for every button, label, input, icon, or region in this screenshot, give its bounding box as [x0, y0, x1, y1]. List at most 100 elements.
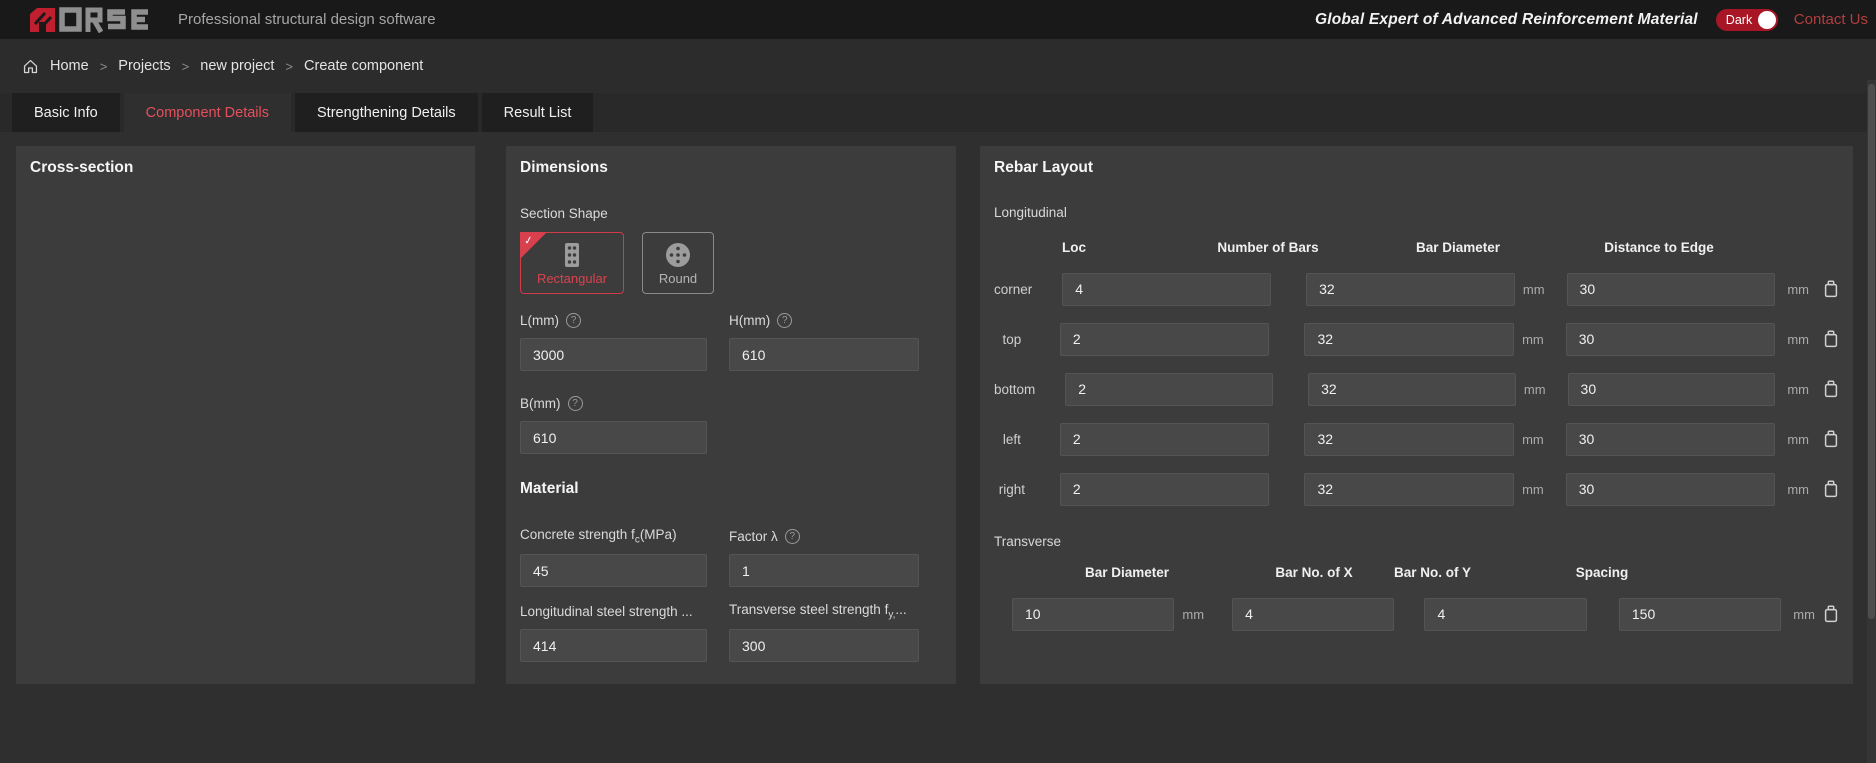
- distance-input[interactable]: [1566, 423, 1776, 456]
- col-bar-no-y: Bar No. of Y: [1388, 565, 1477, 580]
- cross-section-title: Cross-section: [30, 159, 461, 177]
- breadcrumb-item-home[interactable]: Home: [50, 58, 89, 74]
- bars-input[interactable]: [1062, 273, 1271, 306]
- col-bar-no-x: Bar No. of X: [1270, 565, 1358, 580]
- help-icon[interactable]: [785, 529, 800, 544]
- distance-input[interactable]: [1567, 273, 1776, 306]
- field-factor-lambda: Factor λ: [729, 528, 919, 587]
- transverse-section-label: Transverse: [994, 534, 1839, 549]
- help-icon[interactable]: [568, 396, 583, 411]
- delete-row-button[interactable]: [1823, 603, 1839, 625]
- material-title: Material: [520, 480, 942, 498]
- row-loc-label: top: [994, 332, 1030, 347]
- top-header: Professional structural design software …: [0, 0, 1876, 39]
- brand-slogan: Global Expert of Advanced Reinforcement …: [1315, 11, 1698, 29]
- field-B-input[interactable]: [520, 421, 707, 454]
- vertical-scrollbar[interactable]: [1867, 80, 1876, 763]
- main-content: Cross-section Dimensions Section Shape R…: [0, 132, 1876, 684]
- unit-label: mm: [1787, 482, 1809, 497]
- field-L-label: L(mm): [520, 313, 559, 328]
- bar-no-x-input[interactable]: [1232, 598, 1394, 631]
- distance-input[interactable]: [1568, 373, 1776, 406]
- field-H-label: H(mm): [729, 313, 770, 328]
- dimensions-title: Dimensions: [520, 159, 942, 177]
- breadcrumb-separator: >: [285, 59, 293, 74]
- tab-bar: Basic Info Component Details Strengtheni…: [0, 93, 1876, 132]
- factor-lambda-input[interactable]: [729, 554, 919, 587]
- diameter-input[interactable]: [1306, 273, 1515, 306]
- delete-row-button[interactable]: [1823, 378, 1839, 400]
- bar-no-y-input[interactable]: [1424, 598, 1586, 631]
- transverse-table-header: Bar Diameter Bar No. of X Bar No. of Y S…: [994, 555, 1839, 589]
- field-L: L(mm): [520, 312, 707, 371]
- delete-row-button[interactable]: [1823, 328, 1839, 350]
- bars-input[interactable]: [1060, 423, 1270, 456]
- rebar-layout-title: Rebar Layout: [994, 159, 1839, 177]
- delete-row-button[interactable]: [1823, 428, 1839, 450]
- theme-toggle[interactable]: Dark: [1716, 9, 1778, 31]
- unit-label: mm: [1522, 332, 1544, 347]
- unit-label: mm: [1522, 482, 1544, 497]
- toggle-knob-icon: [1758, 11, 1776, 29]
- unit-label: mm: [1793, 607, 1815, 622]
- bars-input[interactable]: [1060, 323, 1270, 356]
- section-shape-label: Section Shape: [520, 205, 942, 222]
- tab-result-list[interactable]: Result List: [482, 93, 594, 132]
- col-distance-to-edge: Distance to Edge: [1589, 240, 1729, 255]
- longitudinal-section-label: Longitudinal: [994, 205, 1839, 220]
- home-icon: [22, 58, 39, 75]
- rebar-layout-panel: Rebar Layout Longitudinal Loc Number of …: [980, 146, 1853, 684]
- breadcrumb-item-project-name[interactable]: new project: [200, 58, 274, 74]
- tab-strengthening-details[interactable]: Strengthening Details: [295, 93, 478, 132]
- help-icon[interactable]: [777, 313, 792, 328]
- concrete-strength-label: Concrete strength fc(MPa): [520, 527, 677, 546]
- transverse-steel-input[interactable]: [729, 629, 919, 662]
- diameter-input[interactable]: [1304, 423, 1514, 456]
- shape-round-label: Round: [659, 272, 697, 286]
- breadcrumb-item-current[interactable]: Create component: [304, 58, 423, 74]
- scrollbar-thumb[interactable]: [1868, 84, 1875, 619]
- help-icon[interactable]: [566, 313, 581, 328]
- contact-us-link[interactable]: Contact Us: [1794, 11, 1868, 28]
- trash-icon: [1823, 430, 1839, 448]
- unit-label: mm: [1522, 432, 1544, 447]
- field-H-input[interactable]: [729, 338, 919, 371]
- bars-input[interactable]: [1065, 373, 1273, 406]
- trash-icon: [1823, 330, 1839, 348]
- breadcrumb-item-projects[interactable]: Projects: [118, 58, 170, 74]
- brand-logo: [30, 7, 152, 33]
- field-L-input[interactable]: [520, 338, 707, 371]
- row-loc-label: bottom: [994, 382, 1035, 397]
- transverse-diameter-input[interactable]: [1012, 598, 1174, 631]
- spacing-input[interactable]: [1619, 598, 1781, 631]
- app-window: Professional structural design software …: [0, 0, 1876, 763]
- longitudinal-steel-input[interactable]: [520, 629, 707, 662]
- unit-label: mm: [1787, 432, 1809, 447]
- row-loc-label: left: [994, 432, 1030, 447]
- breadcrumb: Home > Projects > new project > Create c…: [0, 39, 1876, 93]
- shape-option-rectangular[interactable]: Rectangular: [520, 232, 624, 294]
- delete-row-button[interactable]: [1823, 478, 1839, 500]
- diameter-input[interactable]: [1308, 373, 1516, 406]
- diameter-input[interactable]: [1304, 323, 1514, 356]
- tab-basic-info[interactable]: Basic Info: [12, 93, 120, 132]
- bars-input[interactable]: [1060, 473, 1270, 506]
- unit-label: mm: [1182, 607, 1204, 622]
- shape-option-round[interactable]: Round: [642, 232, 714, 294]
- distance-input[interactable]: [1566, 473, 1776, 506]
- breadcrumb-separator: >: [100, 59, 108, 74]
- selected-check-icon: [523, 233, 534, 247]
- diameter-input[interactable]: [1304, 473, 1514, 506]
- col-loc: Loc: [994, 240, 1154, 255]
- distance-input[interactable]: [1566, 323, 1776, 356]
- col-bar-diameter: Bar Diameter: [1387, 240, 1529, 255]
- unit-label: mm: [1523, 282, 1545, 297]
- delete-row-button[interactable]: [1823, 278, 1839, 300]
- tab-component-details[interactable]: Component Details: [124, 93, 291, 132]
- table-row-right: right mm mm: [994, 464, 1839, 514]
- longitudinal-table-header: Loc Number of Bars Bar Diameter Distance…: [994, 230, 1839, 264]
- rectangular-section-icon: [562, 241, 582, 269]
- field-B-label: B(mm): [520, 396, 561, 411]
- transverse-steel-label: Transverse steel strength fy,...: [729, 602, 907, 621]
- concrete-strength-input[interactable]: [520, 554, 707, 587]
